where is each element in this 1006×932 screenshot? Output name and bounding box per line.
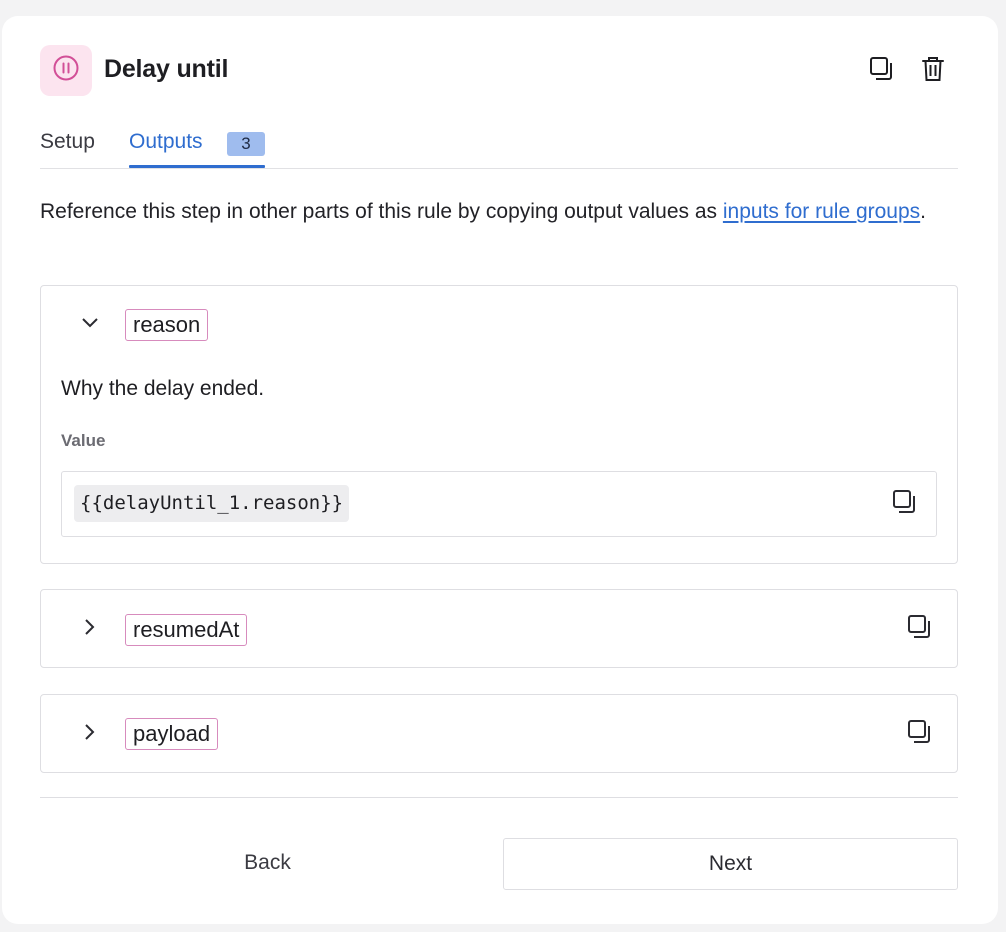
back-button[interactable]: Back (40, 838, 495, 888)
copy-icon (869, 56, 895, 87)
pause-circle-icon (52, 54, 80, 87)
copy-value-button[interactable] (890, 489, 920, 519)
intro-body: Reference this step in other parts of th… (40, 200, 723, 223)
output-card-resumedat[interactable]: resumedAt (40, 589, 958, 668)
output-description: Why the delay ended. (61, 377, 265, 400)
page-title: Delay until (104, 55, 229, 83)
output-value-code[interactable]: {{delayUntil_1.reason}} (74, 485, 350, 522)
output-card-reason: reason Why the delay ended. Value {{dela… (40, 285, 958, 564)
expand-toggle[interactable] (79, 723, 101, 745)
output-card-payload[interactable]: payload (40, 694, 958, 773)
tab-outputs[interactable]: Outputs (129, 130, 203, 154)
output-name-chip: reason (125, 309, 209, 341)
step-type-badge (40, 45, 92, 96)
copy-value-button[interactable] (905, 614, 935, 644)
tab-bar: Setup Outputs 3 (40, 118, 958, 169)
copy-icon (907, 614, 933, 645)
outputs-count-badge: 3 (227, 132, 265, 156)
copy-icon (907, 719, 933, 750)
inputs-for-rule-groups-link[interactable]: inputs for rule groups (723, 200, 920, 223)
chevron-right-icon (80, 617, 100, 642)
intro-text: Reference this step in other parts of th… (40, 196, 940, 228)
expand-toggle[interactable] (79, 618, 101, 640)
chevron-right-icon (80, 722, 100, 747)
tab-setup[interactable]: Setup (40, 130, 95, 154)
trash-icon (921, 55, 945, 88)
footer-divider (40, 797, 958, 798)
collapse-toggle[interactable] (79, 314, 101, 336)
delete-step-button[interactable] (918, 55, 948, 87)
copy-icon (892, 489, 918, 520)
chevron-down-icon (80, 313, 100, 338)
output-name-chip: payload (125, 718, 219, 750)
active-tab-indicator (129, 165, 265, 168)
duplicate-step-button[interactable] (867, 55, 897, 87)
next-button[interactable]: Next (503, 838, 958, 890)
value-label: Value (61, 431, 106, 450)
intro-suffix: . (920, 200, 927, 223)
output-name-chip: resumedAt (125, 614, 248, 646)
output-value-field: {{delayUntil_1.reason}} (61, 471, 937, 537)
copy-value-button[interactable] (905, 719, 935, 749)
